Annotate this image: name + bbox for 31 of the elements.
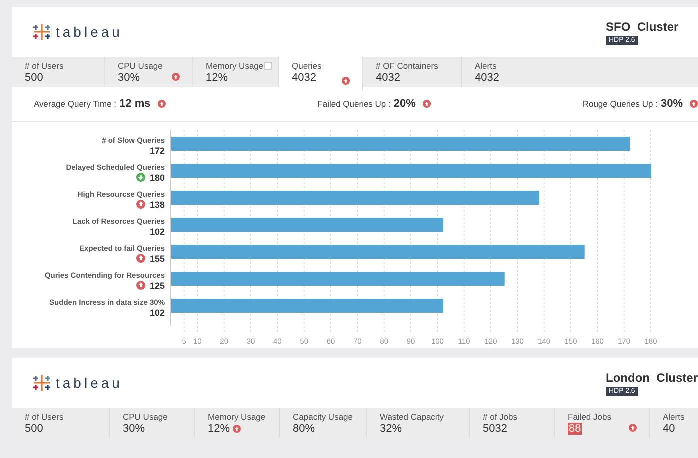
value-label: 102 [150, 308, 165, 318]
logo-icon [32, 22, 52, 42]
cluster-name: SFO_Cluster [606, 20, 679, 34]
logo-text: tableau [56, 375, 123, 391]
metric-value: 12 ms [120, 98, 151, 110]
value-label: 172 [150, 146, 165, 156]
metric-value: 20% [394, 98, 416, 110]
value-label: 102 [150, 227, 165, 237]
alert-up-icon [172, 73, 180, 81]
alert-up-icon [136, 200, 146, 209]
cluster-name: London_Cluster [606, 370, 698, 384]
metric-label: Failed Queries Up : [318, 99, 391, 109]
value-label: 155 [150, 254, 165, 264]
alert-up-icon [629, 424, 637, 432]
trend-down-icon [136, 173, 146, 182]
metric-label: Average Query Time : [34, 99, 117, 109]
alert-up-icon [136, 281, 146, 290]
metric-value: 30% [660, 98, 683, 110]
logo-text: tableau [56, 24, 123, 40]
value-label: 125 [150, 281, 165, 291]
alert-up-icon [233, 425, 242, 433]
alert-up-icon [136, 254, 146, 263]
checkbox[interactable] [264, 62, 272, 70]
alert-up-icon [342, 77, 350, 85]
value-label: 180 [150, 173, 165, 183]
alert-up-icon [158, 100, 166, 108]
value-label: 138 [150, 200, 165, 210]
logo-icon [32, 373, 52, 393]
alert-up-icon [422, 100, 431, 108]
metric-label: Rouge Queries Up : [582, 99, 658, 109]
metric-tab[interactable]: Queries 4032 [279, 57, 363, 91]
